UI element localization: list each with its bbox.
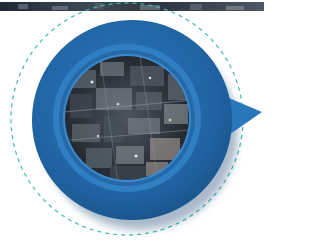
infographic-badge xyxy=(0,0,264,249)
badge-graphic xyxy=(10,2,262,236)
